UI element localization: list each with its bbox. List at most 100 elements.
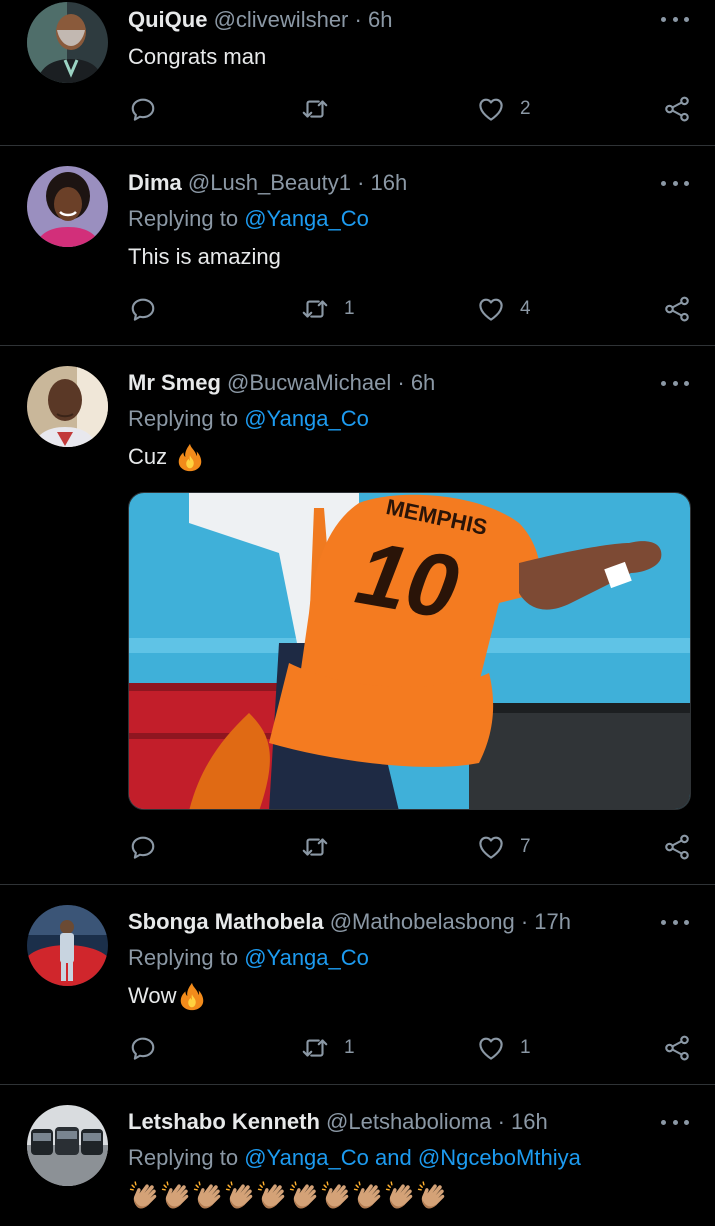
tweet-header: Sbonga Mathobela @Mathobelasbong · 17h: [128, 909, 571, 935]
clapping-hands-icon: [288, 1179, 321, 1212]
action-bar: 1 4: [128, 294, 693, 324]
like-icon: [476, 294, 506, 324]
timestamp[interactable]: 16h: [511, 1109, 548, 1134]
display-name[interactable]: Dima: [128, 170, 182, 195]
reply-button[interactable]: [128, 294, 172, 324]
like-count: 4: [520, 298, 531, 319]
avatar[interactable]: [27, 366, 108, 447]
retweet-button[interactable]: [300, 94, 344, 124]
tweet[interactable]: Dima @Lush_Beauty1 · 16h Replying to @Ya…: [0, 146, 715, 346]
reply-button[interactable]: [128, 1033, 172, 1063]
like-button[interactable]: 4: [476, 294, 531, 324]
mention-link[interactable]: @Yanga_Co: [244, 206, 369, 231]
clapping-hands-icon: [352, 1179, 385, 1212]
timestamp[interactable]: 17h: [534, 909, 571, 934]
reply-button[interactable]: [128, 832, 172, 862]
share-button[interactable]: [662, 1033, 692, 1063]
user-handle[interactable]: @BucwaMichael: [227, 370, 391, 395]
reply-icon: [128, 294, 158, 324]
fire-emoji-icon: [177, 981, 207, 1011]
retweet-count: 1: [344, 298, 355, 319]
separator-dot: ·: [497, 1109, 505, 1134]
clapping-hands-icon: [128, 1179, 161, 1212]
replying-to: Replying to @Yanga_Co: [128, 206, 369, 232]
separator-dot: ·: [354, 7, 362, 32]
replying-label: Replying to: [128, 1145, 239, 1170]
tweet-text-content: Cuz: [128, 444, 168, 469]
timestamp[interactable]: 6h: [411, 370, 435, 395]
replying-to: Replying to @Yanga_Co: [128, 945, 369, 971]
tweet[interactable]: Sbonga Mathobela @Mathobelasbong · 17h R…: [0, 885, 715, 1085]
separator-dot: ·: [357, 170, 365, 195]
like-button[interactable]: 1: [476, 1033, 531, 1063]
tweet-header: Letshabo Kenneth @Letshabolioma · 16h: [128, 1109, 548, 1135]
retweet-icon: [300, 1033, 330, 1063]
user-handle[interactable]: @clivewilsher: [214, 7, 349, 32]
mention-link[interactable]: @Yanga_Co: [244, 1145, 369, 1170]
fire-emoji-icon: [175, 442, 205, 472]
replying-to: Replying to @Yanga_Co: [128, 406, 369, 432]
avatar[interactable]: [27, 166, 108, 247]
replying-conjunction: and: [375, 1145, 412, 1170]
user-handle[interactable]: @Letshabolioma: [326, 1109, 491, 1134]
action-bar: 7: [128, 832, 693, 862]
like-count: 7: [520, 836, 531, 857]
more-icon[interactable]: [661, 14, 689, 24]
separator-dot: ·: [397, 370, 405, 395]
share-icon: [662, 1033, 692, 1063]
tweet-text: Wow: [128, 981, 207, 1011]
replying-label: Replying to: [128, 945, 239, 970]
clapping-hands-icon: [256, 1179, 289, 1212]
share-icon: [662, 294, 692, 324]
reply-icon: [128, 832, 158, 862]
tweet-text-content: Wow: [128, 983, 177, 1008]
retweet-button[interactable]: [300, 832, 344, 862]
clapping-hands-icon: [384, 1179, 417, 1212]
share-icon: [662, 94, 692, 124]
more-icon[interactable]: [661, 1117, 689, 1127]
user-handle[interactable]: @Lush_Beauty1: [188, 170, 351, 195]
like-count: 2: [520, 98, 531, 119]
mention-link[interactable]: @NgceboMthiya: [418, 1145, 581, 1170]
like-button[interactable]: 7: [476, 832, 531, 862]
replying-to: Replying to @Yanga_Co and @NgceboMthiya: [128, 1145, 581, 1171]
share-button[interactable]: [662, 832, 692, 862]
action-bar: 2: [128, 94, 693, 124]
more-icon[interactable]: [661, 917, 689, 927]
display-name[interactable]: Letshabo Kenneth: [128, 1109, 320, 1134]
display-name[interactable]: Sbonga Mathobela: [128, 909, 324, 934]
reply-button[interactable]: [128, 94, 172, 124]
tweet-header: Mr Smeg @BucwaMichael · 6h: [128, 370, 435, 396]
share-button[interactable]: [662, 94, 692, 124]
jersey-number: 10: [349, 523, 465, 639]
retweet-icon: [300, 294, 330, 324]
tweet[interactable]: Letshabo Kenneth @Letshabolioma · 16h Re…: [0, 1085, 715, 1226]
retweet-button[interactable]: 1: [300, 294, 355, 324]
mention-link[interactable]: @Yanga_Co: [244, 406, 369, 431]
retweet-button[interactable]: 1: [300, 1033, 355, 1063]
avatar[interactable]: [27, 1105, 108, 1186]
avatar[interactable]: [27, 2, 108, 83]
timestamp[interactable]: 6h: [368, 7, 392, 32]
display-name[interactable]: QuiQue: [128, 7, 207, 32]
retweet-icon: [300, 94, 330, 124]
reply-icon: [128, 1033, 158, 1063]
tweet-header: Dima @Lush_Beauty1 · 16h: [128, 170, 407, 196]
avatar[interactable]: [27, 905, 108, 986]
tweet-media-image[interactable]: MEMPHIS 10: [128, 492, 691, 810]
more-icon[interactable]: [661, 178, 689, 188]
share-button[interactable]: [662, 294, 692, 324]
tweet[interactable]: Mr Smeg @BucwaMichael · 6h Replying to @…: [0, 346, 715, 885]
like-button[interactable]: 2: [476, 94, 531, 124]
timestamp[interactable]: 16h: [371, 170, 408, 195]
user-handle[interactable]: @Mathobelasbong: [330, 909, 515, 934]
clapping-hands-icon: [160, 1179, 193, 1212]
tweet-header: QuiQue @clivewilsher · 6h: [128, 7, 392, 33]
replying-label: Replying to: [128, 206, 239, 231]
clapping-hands-icon: [224, 1179, 257, 1212]
mention-link[interactable]: @Yanga_Co: [244, 945, 369, 970]
tweet[interactable]: QuiQue @clivewilsher · 6h Congrats man 2: [0, 0, 715, 146]
more-icon[interactable]: [661, 378, 689, 388]
display-name[interactable]: Mr Smeg: [128, 370, 221, 395]
like-icon: [476, 1033, 506, 1063]
